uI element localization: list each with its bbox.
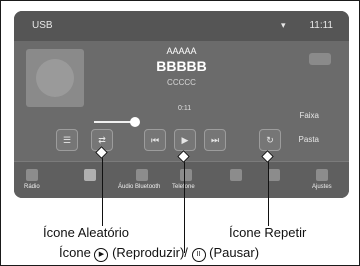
tab-radio[interactable]: Rádio [18, 162, 58, 198]
clock: 11:11 [309, 20, 333, 31]
play-icon[interactable]: ▶ [174, 129, 196, 151]
previous-icon[interactable]: ⏮ [144, 129, 166, 151]
callout-repeat: Ícone Repetir [229, 225, 307, 240]
pause-symbol-icon: II [191, 248, 206, 262]
faixa-label[interactable]: Faixa [299, 111, 319, 120]
signal-icon: ▾ [281, 20, 286, 30]
track-artist: AAAAA [166, 46, 197, 56]
track-time: 0:11 [178, 105, 192, 112]
play-symbol-icon: ▶ [94, 248, 109, 262]
tab-phone[interactable]: Telefone [170, 162, 210, 198]
source-label: USB [32, 20, 53, 31]
track-title: BBBBB [156, 58, 207, 74]
navigation-icon [230, 169, 242, 181]
pasta-label[interactable]: Pasta [299, 135, 319, 144]
gear-icon [316, 169, 328, 181]
info-icon [268, 169, 280, 181]
callout-line-repeat [268, 156, 269, 226]
bottom-tab-bar: Rádio Áudio Bluetooth Telefone Ajustes [14, 162, 349, 198]
usb-icon [84, 169, 96, 181]
status-bar: USB ▾ 11:11 [14, 11, 349, 41]
tab-settings[interactable]: Ajustes [304, 162, 344, 198]
repeat-icon[interactable]: ↻ [259, 129, 281, 151]
radio-icon [26, 169, 38, 181]
progress-bar[interactable] [94, 121, 134, 123]
tab-bluetooth[interactable]: Áudio Bluetooth [112, 162, 172, 198]
phone-icon [180, 169, 192, 181]
bluetooth-icon [136, 169, 148, 181]
tab-info[interactable] [260, 162, 290, 198]
next-icon[interactable]: ⏭ [204, 129, 226, 151]
figure-frame: USB ▾ 11:11 AAAAA BBBBB CCCCC 0:11 Faixa… [0, 0, 360, 266]
callout-line-shuffle [102, 151, 103, 226]
tab-usb[interactable] [70, 162, 110, 198]
tab-nav[interactable] [222, 162, 252, 198]
callout-line-play [184, 156, 185, 253]
track-album: CCCCC [167, 78, 196, 87]
list-button[interactable]: ☰ [56, 129, 78, 151]
progress-knob[interactable] [130, 117, 140, 127]
callout-play-pause: Ícone ▶ (Reproduzir)/ II (Pausar) [59, 245, 260, 262]
audio-screen: USB ▾ 11:11 AAAAA BBBBB CCCCC 0:11 Faixa… [14, 11, 349, 198]
callout-shuffle: Ícone Aleatório [43, 225, 130, 240]
